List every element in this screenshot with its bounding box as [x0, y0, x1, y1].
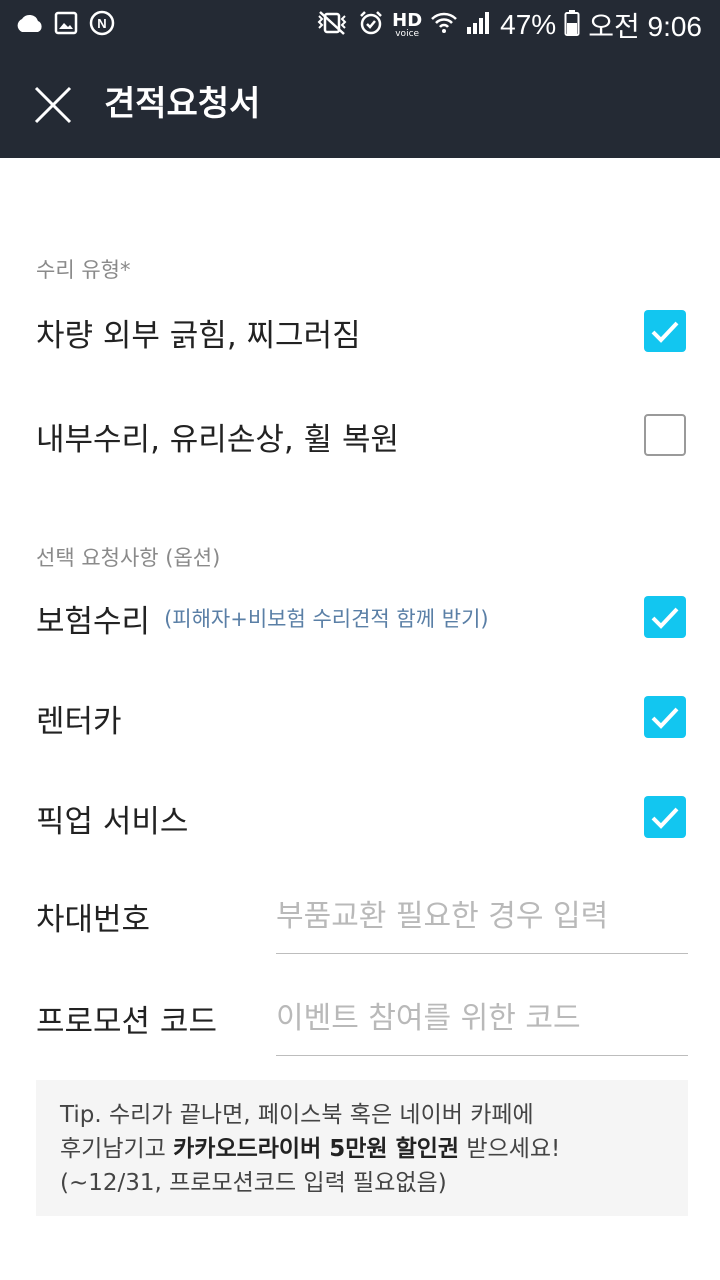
- signal-icon: [466, 11, 492, 39]
- close-icon: [34, 86, 72, 124]
- repair-option-label: 내부수리, 유리손상, 휠 복원: [36, 421, 399, 458]
- option-label: 픽업 서비스: [36, 803, 189, 840]
- tip-line-3: (~12/31, 프로모션코드 입력 필요없음): [60, 1170, 447, 1196]
- vibrate-mute-icon: [314, 10, 350, 40]
- vin-input[interactable]: [276, 880, 688, 954]
- battery-icon: [564, 10, 580, 40]
- option-label: 렌터카: [36, 703, 122, 740]
- option-insurance-repair[interactable]: 보험수리 (피해자+비보험 수리견적 함께 받기): [36, 588, 688, 648]
- checkbox-checked[interactable]: [644, 696, 686, 738]
- repair-option-interior[interactable]: 내부수리, 유리손상, 휠 복원: [36, 406, 688, 466]
- option-label: 보험수리: [36, 603, 151, 640]
- checkbox-checked[interactable]: [644, 796, 686, 838]
- check-icon: [651, 707, 679, 729]
- check-icon: [651, 607, 679, 629]
- tip-highlight: 카카오드라이버 5만원 할인권: [173, 1136, 460, 1162]
- vin-field-row: 차대번호: [36, 880, 688, 954]
- status-bar: N HD voice 47% 오전 9:06: [0, 0, 720, 50]
- repair-type-section-label: 수리 유형*: [36, 258, 131, 282]
- close-button[interactable]: [26, 78, 80, 132]
- repair-option-exterior[interactable]: 차량 외부 긁힘, 찌그러짐: [36, 302, 688, 362]
- optional-requests-section-label: 선택 요청사항 (옵션): [36, 546, 221, 570]
- battery-percent: 47%: [500, 9, 557, 40]
- alarm-icon: [358, 10, 384, 40]
- status-right-icons: HD voice 47% 오전 9:06: [314, 6, 702, 44]
- voice-label: voice: [395, 28, 420, 39]
- vin-label: 차대번호: [36, 902, 151, 938]
- check-icon: [651, 807, 679, 829]
- tip-line-2: 후기남기고 카카오드라이버 5만원 할인권 받으세요!: [60, 1132, 664, 1166]
- tip-text: 후기남기고: [60, 1136, 174, 1162]
- promo-code-input[interactable]: [276, 982, 688, 1056]
- clock: 오전 9:06: [588, 11, 702, 42]
- hd-label: HD: [392, 9, 423, 31]
- option-pickup-service[interactable]: 픽업 서비스: [36, 788, 688, 848]
- app-bar: 견적요청서: [0, 50, 720, 158]
- tip-line-1: Tip. 수리가 끝나면, 페이스북 혹은 네이버 카페에: [60, 1102, 534, 1128]
- svg-text:N: N: [97, 16, 106, 31]
- page-title: 견적요청서: [104, 84, 261, 124]
- hd-voice-icon: HD voice: [392, 9, 423, 39]
- option-sub-label: (피해자+비보험 수리견적 함께 받기): [164, 607, 489, 631]
- option-rental-car[interactable]: 렌터카: [36, 688, 688, 748]
- n-sync-icon: N: [88, 9, 116, 41]
- tip-text: 받으세요!: [459, 1136, 561, 1162]
- tip-box: Tip. 수리가 끝나면, 페이스북 혹은 네이버 카페에 후기남기고 카카오드…: [36, 1080, 688, 1216]
- checkbox-checked[interactable]: [644, 596, 686, 638]
- promo-field-row: 프로모션 코드: [36, 982, 688, 1056]
- image-icon: [54, 11, 78, 39]
- promo-code-label: 프로모션 코드: [36, 1004, 217, 1040]
- check-icon: [651, 321, 679, 343]
- wifi-icon: [430, 11, 458, 39]
- checkbox-unchecked[interactable]: [644, 414, 686, 456]
- repair-option-label: 차량 외부 긁힘, 찌그러짐: [36, 317, 361, 354]
- status-left-icons: N: [14, 9, 116, 41]
- checkbox-checked[interactable]: [644, 310, 686, 352]
- cloud-icon: [14, 12, 44, 38]
